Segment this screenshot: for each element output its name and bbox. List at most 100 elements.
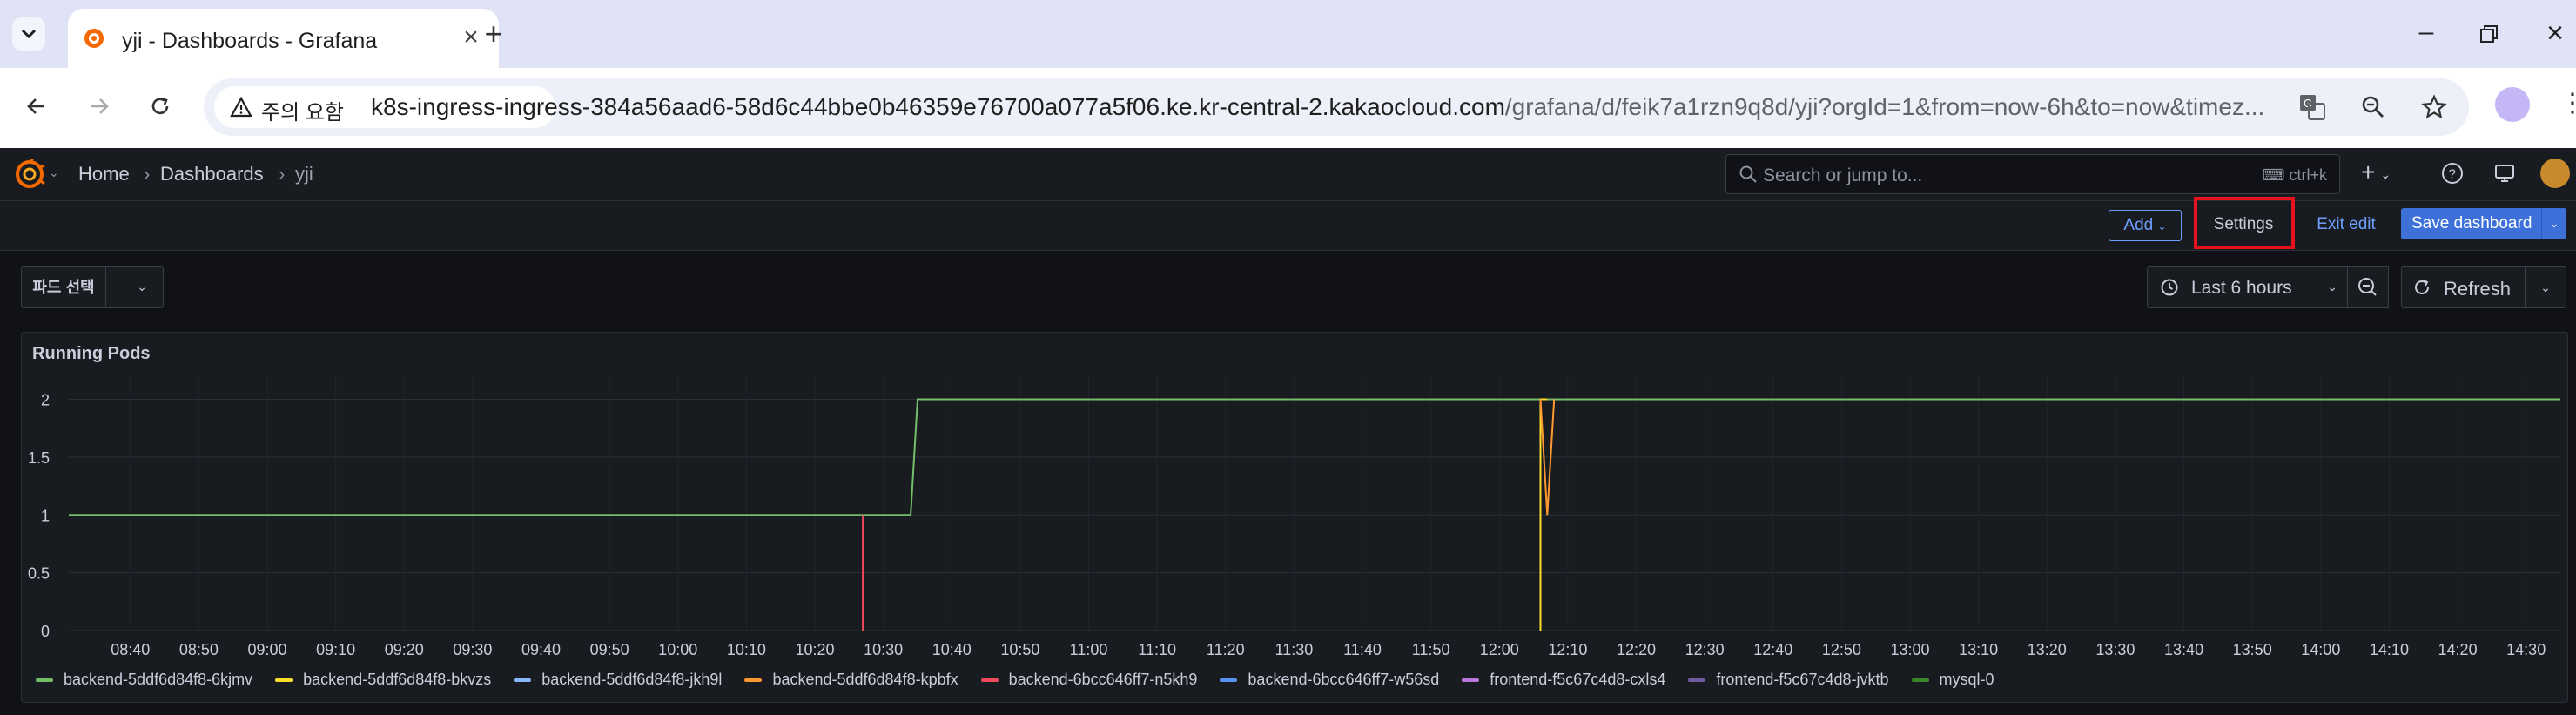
x-tick-label: 13:40 bbox=[2164, 641, 2203, 658]
x-tick-label: 10:30 bbox=[864, 641, 903, 658]
running-pods-chart: 0 0.5 1 1.5 2 08:40 08:50 09:00 09:10 09:20 09:30 0… bbox=[28, 376, 2560, 658]
window-minimize-button[interactable]: – bbox=[2404, 17, 2448, 52]
bookmark-star-icon[interactable] bbox=[2418, 91, 2450, 123]
x-tick-label: 14:20 bbox=[2438, 641, 2478, 658]
chevron-down-icon[interactable]: ⌄ bbox=[2541, 208, 2566, 239]
x-tick-label: 12:40 bbox=[1753, 641, 1792, 658]
refresh-button[interactable]: Refresh bbox=[2401, 266, 2526, 308]
legend-swatch bbox=[1911, 678, 1929, 683]
legend-label: backend-5ddf6d84f8-jkh9l bbox=[541, 671, 723, 688]
x-tick-label: 09:10 bbox=[316, 641, 355, 658]
settings-highlight-box bbox=[2194, 197, 2295, 249]
browser-tab-strip: yji - Dashboards - Grafana × + – × bbox=[0, 0, 2576, 68]
breadcrumb-separator-icon: › bbox=[144, 163, 151, 185]
warning-icon bbox=[230, 97, 252, 118]
profile-avatar[interactable] bbox=[2495, 87, 2530, 122]
zoom-icon[interactable] bbox=[2357, 91, 2389, 123]
add-button[interactable]: Add ⌄ bbox=[2109, 210, 2182, 241]
legend-label: backend-6bcc646ff7-w56sd bbox=[1248, 671, 1440, 688]
grafana-favicon-icon bbox=[84, 29, 104, 48]
chart-legend: backend-5ddf6d84f8-6kjmv backend-5ddf6d84… bbox=[36, 671, 2017, 693]
legend-label: backend-5ddf6d84f8-bkvzs bbox=[303, 671, 492, 688]
exit-edit-button[interactable]: Exit edit bbox=[2307, 208, 2385, 241]
x-tick-label: 09:40 bbox=[521, 641, 561, 658]
url-text[interactable]: k8s-ingress-ingress-384a56aad6-58d6c44bb… bbox=[371, 93, 2264, 121]
legend-item[interactable]: backend-5ddf6d84f8-bkvzs bbox=[275, 671, 491, 689]
legend-item[interactable]: frontend-f5c67c4d8-jvktb bbox=[1688, 671, 1889, 689]
x-tick-label: 09:50 bbox=[590, 641, 629, 658]
refresh-label: Refresh bbox=[2444, 278, 2512, 300]
x-tick-label: 10:00 bbox=[658, 641, 697, 658]
keyboard-icon: ⌨ bbox=[2262, 166, 2290, 184]
legend-swatch bbox=[744, 678, 763, 683]
legend-item[interactable]: mysql-0 bbox=[1911, 671, 1994, 689]
legend-swatch bbox=[514, 678, 532, 683]
chevron-down-icon[interactable]: ⌄ bbox=[49, 165, 59, 180]
legend-swatch bbox=[1462, 678, 1480, 683]
chevron-down-icon[interactable]: ⌄ bbox=[137, 280, 147, 294]
news-icon[interactable] bbox=[2492, 160, 2518, 186]
save-dashboard-label: Save dashboard bbox=[2411, 214, 2532, 233]
reload-icon bbox=[151, 97, 169, 115]
running-pods-panel[interactable]: 0 0.5 1 1.5 2 08:40 08:50 09:00 09:10 09:20 09:30 0… bbox=[21, 332, 2568, 703]
search-shortcut: ⌨ ctrl+k bbox=[2263, 166, 2328, 185]
new-menu-button[interactable]: + ⌄ bbox=[2361, 157, 2404, 190]
url-path: /grafana/d/feik7a1rzn9q8d/yji?orgId=1&fr… bbox=[1504, 93, 2265, 120]
legend-item[interactable]: frontend-f5c67c4d8-cxls4 bbox=[1462, 671, 1665, 689]
legend-swatch bbox=[980, 678, 999, 683]
grafana-logo-icon[interactable] bbox=[14, 159, 45, 190]
legend-swatch bbox=[36, 678, 53, 683]
legend-label: mysql-0 bbox=[1939, 671, 1994, 688]
security-label: 주의 요함 bbox=[261, 101, 344, 125]
tab-title: yji - Dashboards - Grafana bbox=[122, 29, 378, 53]
window-restore-button[interactable] bbox=[2471, 17, 2514, 52]
x-tick-label: 13:00 bbox=[1891, 641, 1930, 658]
x-tick-label: 13:30 bbox=[2095, 641, 2135, 658]
legend-item[interactable]: backend-6bcc646ff7-n5kh9 bbox=[980, 671, 1197, 689]
new-tab-button[interactable]: + bbox=[476, 17, 511, 52]
tab-search-button[interactable] bbox=[12, 17, 45, 51]
x-tick-label: 10:20 bbox=[796, 641, 835, 658]
save-dashboard-button[interactable]: Save dashboard ⌄ bbox=[2401, 208, 2566, 239]
browser-menu-icon[interactable]: ⋮ bbox=[2559, 89, 2576, 124]
breadcrumb-dashboards[interactable]: Dashboards bbox=[160, 163, 264, 185]
x-tick-label: 11:40 bbox=[1343, 641, 1382, 658]
help-icon[interactable]: ? bbox=[2439, 160, 2465, 186]
pod-variable-picker[interactable]: 파드 선택 ⌄ bbox=[21, 266, 164, 308]
user-avatar[interactable] bbox=[2540, 159, 2570, 188]
legend-item[interactable]: backend-5ddf6d84f8-jkh9l bbox=[514, 671, 722, 689]
back-button[interactable] bbox=[17, 87, 56, 125]
address-bar[interactable]: 주의 요함 k8s-ingress-ingress-384a56aad6-58d… bbox=[204, 78, 2469, 136]
window-close-button[interactable]: × bbox=[2533, 16, 2576, 51]
legend-item[interactable]: backend-6bcc646ff7-w56sd bbox=[1220, 671, 1439, 689]
legend-item[interactable]: backend-5ddf6d84f8-kpbfx bbox=[744, 671, 958, 689]
reload-button[interactable] bbox=[141, 87, 179, 125]
forward-button[interactable] bbox=[80, 87, 118, 125]
zoom-out-button[interactable] bbox=[2347, 266, 2389, 308]
refresh-interval-dropdown[interactable]: ⌄ bbox=[2525, 266, 2566, 308]
x-tick-label: 12:20 bbox=[1617, 641, 1656, 658]
translate-icon[interactable]: G bbox=[2297, 91, 2328, 123]
x-tick-label: 09:00 bbox=[247, 641, 286, 658]
x-tick-label: 14:30 bbox=[2506, 641, 2546, 658]
legend-label: backend-5ddf6d84f8-kpbfx bbox=[772, 671, 958, 688]
x-tick-label: 14:10 bbox=[2370, 641, 2409, 658]
x-tick-label: 13:50 bbox=[2233, 641, 2272, 658]
time-range-picker[interactable]: Last 6 hours ⌄ bbox=[2147, 266, 2352, 308]
y-tick-label: 0.5 bbox=[28, 565, 50, 583]
x-tick-label: 11:00 bbox=[1070, 641, 1108, 658]
legend-swatch bbox=[275, 678, 293, 683]
breadcrumb-home[interactable]: Home bbox=[78, 163, 130, 185]
clock-icon bbox=[2161, 279, 2178, 296]
x-tick-label: 12:30 bbox=[1685, 641, 1725, 658]
legend-item[interactable]: backend-5ddf6d84f8-6kjmv bbox=[36, 671, 252, 689]
x-tick-label: 12:10 bbox=[1548, 641, 1587, 658]
x-tick-label: 08:40 bbox=[111, 641, 150, 658]
search-icon bbox=[1739, 165, 1757, 183]
search-input[interactable]: Search or jump to... ⌨ ctrl+k bbox=[1725, 154, 2340, 194]
x-tick-label: 13:20 bbox=[2028, 641, 2067, 658]
add-button-label: Add bbox=[2123, 216, 2154, 234]
browser-tab-active[interactable]: yji - Dashboards - Grafana × bbox=[68, 9, 499, 68]
legend-label: frontend-f5c67c4d8-cxls4 bbox=[1490, 671, 1666, 688]
x-tick-label: 09:30 bbox=[453, 641, 492, 658]
